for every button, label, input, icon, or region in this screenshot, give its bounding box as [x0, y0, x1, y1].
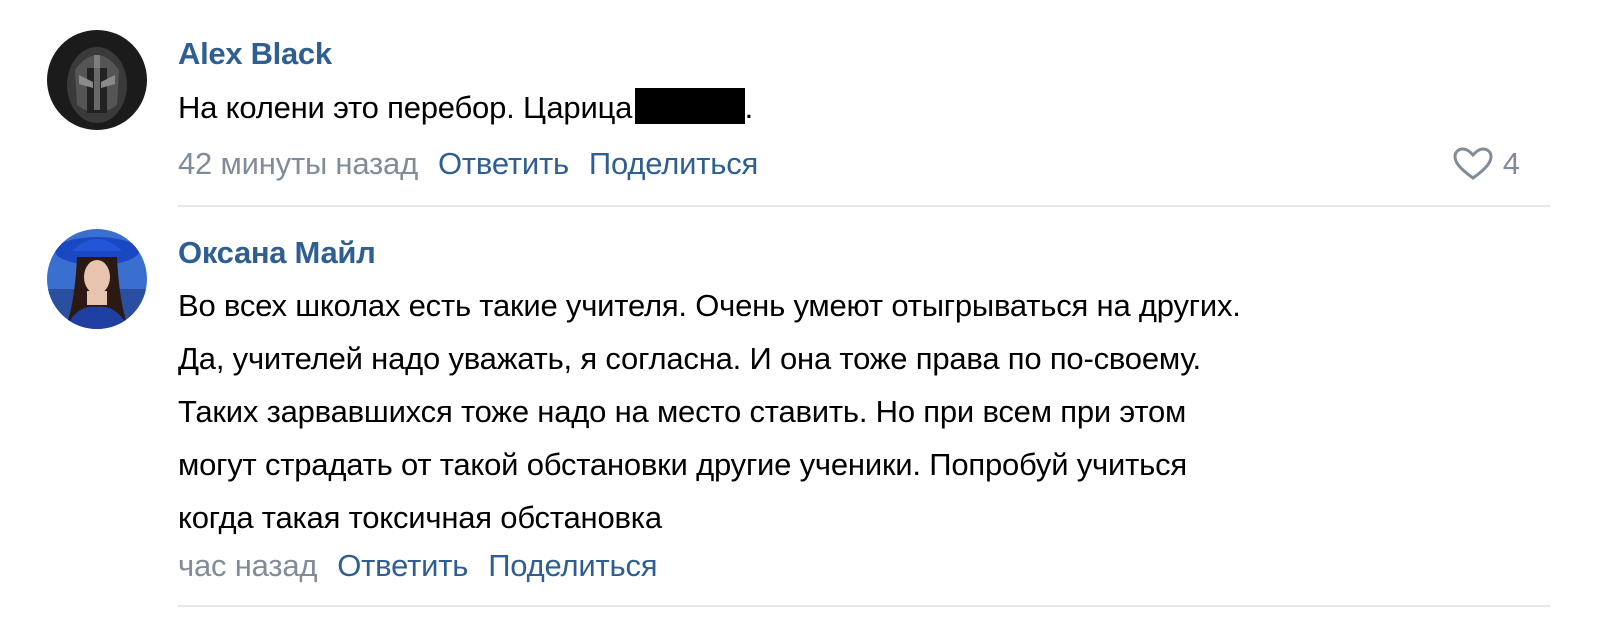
- comment-text: Во всех школах есть такие учителя. Очень…: [178, 279, 1538, 544]
- dark-helmet-avatar-icon: [47, 30, 147, 130]
- comment-author[interactable]: Оксана Майл: [178, 235, 376, 271]
- share-link[interactable]: Поделиться: [589, 146, 758, 181]
- comment-meta: час назад Ответить Поделиться: [178, 548, 658, 584]
- share-link[interactable]: Поделиться: [488, 548, 657, 583]
- avatar[interactable]: [47, 30, 147, 130]
- like-button[interactable]: 4: [1453, 146, 1520, 182]
- reply-link[interactable]: Ответить: [337, 548, 468, 583]
- comment-divider: [178, 205, 1550, 207]
- comment-text-line: когда такая токсичная обстановка: [178, 500, 662, 535]
- redacted-block: [634, 88, 745, 124]
- comment-text: На колени это перебор. Царица,.: [178, 81, 1538, 134]
- comment-text-line: Во всех школах есть такие учителя. Очень…: [178, 288, 1241, 323]
- comment-meta: 42 минуты назад Ответить Поделиться: [178, 146, 758, 182]
- avatar[interactable]: [47, 229, 147, 329]
- comments-feed: Alex Black На колени это перебор. Царица…: [0, 0, 1600, 631]
- reply-link[interactable]: Ответить: [438, 146, 569, 181]
- comment-text-line: Да, учителей надо уважать, я согласна. И…: [178, 341, 1201, 376]
- like-count: 4: [1502, 146, 1520, 181]
- comment-text-line: На колени это перебор. Царица,.: [178, 88, 753, 125]
- heart-outline-icon: [1453, 147, 1493, 180]
- comment-text-line: Таких зарвавшихся тоже надо на место ста…: [178, 394, 1187, 429]
- comment-author[interactable]: Alex Black: [178, 36, 332, 72]
- woman-blue-hat-avatar-icon: [47, 229, 147, 329]
- comment-time[interactable]: час назад: [178, 548, 317, 583]
- comment-text-line: могут страдать от такой обстановки други…: [178, 447, 1187, 482]
- comment-divider: [178, 605, 1550, 607]
- comment-time[interactable]: 42 минуты назад: [178, 146, 418, 181]
